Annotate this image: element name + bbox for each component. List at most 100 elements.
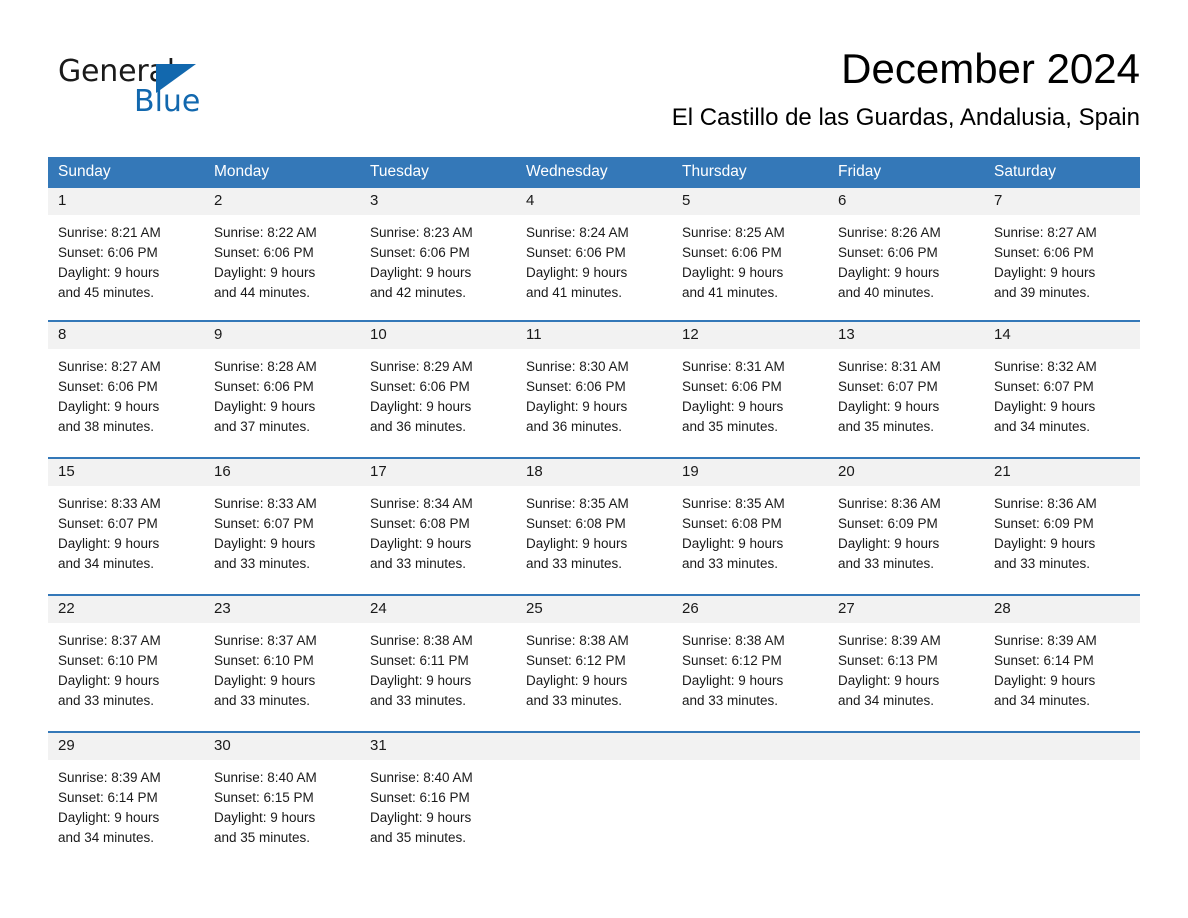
day-cell[interactable]: 27 Sunrise: 8:39 AM Sunset: 6:13 PM Dayligh… — [828, 596, 984, 731]
day-info: Sunrise: 8:38 AM Sunset: 6:11 PM Daylight:… — [360, 623, 516, 711]
daylight-text-line2: and 33 minutes. — [370, 693, 467, 708]
weekday-header-tuesday: Tuesday — [360, 157, 516, 188]
day-number: 25 — [516, 596, 672, 623]
weekday-header-sunday: Sunday — [48, 157, 204, 188]
daylight-text-line2: and 40 minutes. — [838, 285, 935, 300]
day-info: Sunrise: 8:37 AM Sunset: 6:10 PM Daylight:… — [48, 623, 204, 711]
day-cell[interactable]: 5 Sunrise: 8:25 AM Sunset: 6:06 PM Daylight… — [672, 188, 828, 320]
sunset-text: Sunset: 6:16 PM — [370, 790, 470, 805]
sunrise-text: Sunrise: 8:32 AM — [994, 359, 1097, 374]
day-cell[interactable]: 19 Sunrise: 8:35 AM Sunset: 6:08 PM Dayligh… — [672, 459, 828, 594]
day-info: Sunrise: 8:27 AM Sunset: 6:06 PM Daylight:… — [48, 349, 204, 437]
sunrise-text: Sunrise: 8:38 AM — [682, 633, 785, 648]
daylight-text-line2: and 33 minutes. — [526, 693, 623, 708]
day-cell[interactable]: 14 Sunrise: 8:32 AM Sunset: 6:07 PM Dayligh… — [984, 322, 1140, 457]
day-number: 7 — [984, 188, 1140, 215]
day-cell[interactable]: 29 Sunrise: 8:39 AM Sunset: 6:14 PM Dayligh… — [48, 733, 204, 868]
sunrise-text: Sunrise: 8:36 AM — [994, 496, 1097, 511]
day-cell[interactable]: 8 Sunrise: 8:27 AM Sunset: 6:06 PM Daylight… — [48, 322, 204, 457]
day-cell[interactable]: 24 Sunrise: 8:38 AM Sunset: 6:11 PM Dayligh… — [360, 596, 516, 731]
day-cell[interactable]: 20 Sunrise: 8:36 AM Sunset: 6:09 PM Dayligh… — [828, 459, 984, 594]
day-cell[interactable]: 25 Sunrise: 8:38 AM Sunset: 6:12 PM Dayligh… — [516, 596, 672, 731]
daylight-text-line2: and 33 minutes. — [214, 556, 311, 571]
sunset-text: Sunset: 6:09 PM — [838, 516, 938, 531]
day-cell[interactable]: 4 Sunrise: 8:24 AM Sunset: 6:06 PM Daylight… — [516, 188, 672, 320]
day-cell[interactable]: 2 Sunrise: 8:22 AM Sunset: 6:06 PM Daylight… — [204, 188, 360, 320]
day-cell[interactable]: 12 Sunrise: 8:31 AM Sunset: 6:06 PM Dayligh… — [672, 322, 828, 457]
sunset-text: Sunset: 6:06 PM — [370, 379, 470, 394]
daylight-text-line1: Daylight: 9 hours — [994, 536, 1096, 551]
sunset-text: Sunset: 6:11 PM — [370, 653, 469, 668]
daylight-text-line2: and 33 minutes. — [682, 693, 779, 708]
weekday-header-wednesday: Wednesday — [516, 157, 672, 188]
day-number: 9 — [204, 322, 360, 349]
day-cell[interactable]: 13 Sunrise: 8:31 AM Sunset: 6:07 PM Dayligh… — [828, 322, 984, 457]
daylight-text-line1: Daylight: 9 hours — [526, 673, 628, 688]
day-cell[interactable]: 18 Sunrise: 8:35 AM Sunset: 6:08 PM Dayligh… — [516, 459, 672, 594]
day-info: Sunrise: 8:22 AM Sunset: 6:06 PM Daylight:… — [204, 215, 360, 303]
day-cell[interactable]: 7 Sunrise: 8:27 AM Sunset: 6:06 PM Daylight… — [984, 188, 1140, 320]
weekday-header-saturday: Saturday — [984, 157, 1140, 188]
day-info: Sunrise: 8:40 AM Sunset: 6:15 PM Daylight:… — [204, 760, 360, 848]
sunset-text: Sunset: 6:06 PM — [214, 245, 314, 260]
day-cell[interactable]: 16 Sunrise: 8:33 AM Sunset: 6:07 PM Dayligh… — [204, 459, 360, 594]
day-cell[interactable]: 6 Sunrise: 8:26 AM Sunset: 6:06 PM Daylight… — [828, 188, 984, 320]
day-cell[interactable]: 30 Sunrise: 8:40 AM Sunset: 6:15 PM Dayligh… — [204, 733, 360, 868]
day-number: 29 — [48, 733, 204, 760]
day-number: 16 — [204, 459, 360, 486]
calendar-header-row: Sunday Monday Tuesday Wednesday Thursday… — [48, 157, 1140, 188]
weekday-header-friday: Friday — [828, 157, 984, 188]
daylight-text-line1: Daylight: 9 hours — [58, 265, 160, 280]
day-cell[interactable]: 9 Sunrise: 8:28 AM Sunset: 6:06 PM Daylight… — [204, 322, 360, 457]
day-info: Sunrise: 8:31 AM Sunset: 6:06 PM Daylight:… — [672, 349, 828, 437]
day-cell[interactable]: 28 Sunrise: 8:39 AM Sunset: 6:14 PM Dayligh… — [984, 596, 1140, 731]
day-info: Sunrise: 8:34 AM Sunset: 6:08 PM Daylight:… — [360, 486, 516, 574]
day-cell[interactable]: 17 Sunrise: 8:34 AM Sunset: 6:08 PM Dayligh… — [360, 459, 516, 594]
sunrise-text: Sunrise: 8:22 AM — [214, 225, 317, 240]
daylight-text-line1: Daylight: 9 hours — [526, 265, 628, 280]
day-cell[interactable]: 15 Sunrise: 8:33 AM Sunset: 6:07 PM Dayligh… — [48, 459, 204, 594]
daylight-text-line2: and 38 minutes. — [58, 419, 155, 434]
sunset-text: Sunset: 6:06 PM — [370, 245, 470, 260]
day-info: Sunrise: 8:35 AM Sunset: 6:08 PM Daylight:… — [516, 486, 672, 574]
day-info: Sunrise: 8:28 AM Sunset: 6:06 PM Daylight:… — [204, 349, 360, 437]
day-number: 23 — [204, 596, 360, 623]
day-cell[interactable]: 1 Sunrise: 8:21 AM Sunset: 6:06 PM Daylight… — [48, 188, 204, 320]
daylight-text-line2: and 41 minutes. — [526, 285, 623, 300]
day-info: Sunrise: 8:40 AM Sunset: 6:16 PM Daylight:… — [360, 760, 516, 848]
day-cell[interactable]: 31 Sunrise: 8:40 AM Sunset: 6:16 PM Dayligh… — [360, 733, 516, 868]
day-info: Sunrise: 8:39 AM Sunset: 6:13 PM Daylight:… — [828, 623, 984, 711]
weekday-header-thursday: Thursday — [672, 157, 828, 188]
sunset-text: Sunset: 6:06 PM — [838, 245, 938, 260]
day-cell[interactable]: 23 Sunrise: 8:37 AM Sunset: 6:10 PM Dayligh… — [204, 596, 360, 731]
sunrise-text: Sunrise: 8:29 AM — [370, 359, 473, 374]
day-number: 12 — [672, 322, 828, 349]
sunset-text: Sunset: 6:06 PM — [682, 379, 782, 394]
day-cell[interactable]: 21 Sunrise: 8:36 AM Sunset: 6:09 PM Dayligh… — [984, 459, 1140, 594]
day-number: 28 — [984, 596, 1140, 623]
daylight-text-line2: and 33 minutes. — [370, 556, 467, 571]
sunset-text: Sunset: 6:10 PM — [58, 653, 158, 668]
daylight-text-line2: and 42 minutes. — [370, 285, 467, 300]
general-blue-logo[interactable]: General Blue — [58, 54, 258, 130]
day-cell[interactable]: 10 Sunrise: 8:29 AM Sunset: 6:06 PM Dayligh… — [360, 322, 516, 457]
daylight-text-line2: and 34 minutes. — [994, 693, 1091, 708]
daylight-text-line1: Daylight: 9 hours — [370, 810, 472, 825]
sunrise-text: Sunrise: 8:35 AM — [526, 496, 629, 511]
sunrise-text: Sunrise: 8:34 AM — [370, 496, 473, 511]
daylight-text-line1: Daylight: 9 hours — [838, 265, 940, 280]
calendar-week-row: 8 Sunrise: 8:27 AM Sunset: 6:06 PM Daylight… — [48, 322, 1140, 457]
daylight-text-line1: Daylight: 9 hours — [682, 673, 784, 688]
sunset-text: Sunset: 6:13 PM — [838, 653, 938, 668]
day-cell[interactable]: 3 Sunrise: 8:23 AM Sunset: 6:06 PM Daylight… — [360, 188, 516, 320]
daylight-text-line2: and 34 minutes. — [58, 556, 155, 571]
sunrise-text: Sunrise: 8:28 AM — [214, 359, 317, 374]
day-cell[interactable]: 11 Sunrise: 8:30 AM Sunset: 6:06 PM Dayligh… — [516, 322, 672, 457]
daylight-text-line1: Daylight: 9 hours — [214, 536, 316, 551]
day-cell[interactable]: 22 Sunrise: 8:37 AM Sunset: 6:10 PM Dayligh… — [48, 596, 204, 731]
day-info: Sunrise: 8:27 AM Sunset: 6:06 PM Daylight:… — [984, 215, 1140, 303]
sunrise-text: Sunrise: 8:37 AM — [58, 633, 161, 648]
day-cell[interactable]: 26 Sunrise: 8:38 AM Sunset: 6:12 PM Dayligh… — [672, 596, 828, 731]
daylight-text-line1: Daylight: 9 hours — [994, 673, 1096, 688]
day-number — [672, 733, 828, 760]
